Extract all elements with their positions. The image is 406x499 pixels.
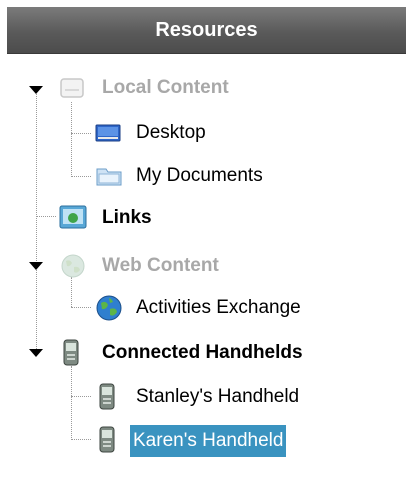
tree-item-label: Links — [102, 207, 152, 228]
tree-item-desktop[interactable]: Desktop — [95, 117, 295, 149]
links-icon — [59, 205, 87, 229]
tree-line-karen — [71, 439, 91, 440]
tree-item-label: My Documents — [136, 165, 263, 186]
collapse-web-content-icon[interactable] — [29, 262, 43, 270]
tree-line-links — [36, 216, 56, 217]
tree-item-label: Web Content — [102, 255, 219, 276]
tree-item-activities-exchange[interactable]: Activities Exchange — [95, 292, 355, 324]
tree-line-desktop — [71, 133, 91, 134]
desktop-icon — [95, 124, 121, 142]
resources-panel: Resources Local Content Desktop My Docum… — [7, 0, 406, 499]
drive-icon — [60, 78, 84, 98]
folder-icon — [96, 168, 122, 186]
tree-item-label: Stanley's Handheld — [136, 386, 300, 407]
tree-item-my-documents[interactable]: My Documents — [95, 160, 325, 192]
tree-item-karens-handheld[interactable]: Karen's Handheld — [95, 424, 355, 457]
tree-line-documents — [71, 176, 91, 177]
tree-item-stanleys-handheld[interactable]: Stanley's Handheld — [95, 381, 355, 413]
handheld-icon — [99, 426, 115, 453]
tree-item-label: Local Content — [102, 77, 229, 98]
tree-item-label: Desktop — [136, 122, 206, 143]
tree-line-local — [71, 102, 72, 177]
tree-item-links[interactable]: Links — [59, 202, 199, 234]
tree-item-local-content[interactable]: Local Content — [59, 72, 299, 104]
tree-line-root — [36, 90, 37, 353]
tree-line-activities — [71, 307, 91, 308]
handheld-icon — [99, 383, 115, 410]
tree-item-label: Connected Handhelds — [102, 342, 303, 363]
globe-icon — [96, 295, 122, 321]
tree-item-label: Activities Exchange — [136, 297, 301, 318]
resources-tree: Local Content Desktop My Documents Links… — [7, 0, 406, 499]
tree-item-connected-handhelds[interactable]: Connected Handhelds — [59, 337, 369, 369]
handheld-icon — [63, 339, 79, 366]
tree-line-handhelds — [71, 366, 72, 440]
collapse-connected-handhelds-icon[interactable] — [29, 349, 43, 357]
tree-item-web-content[interactable]: Web Content — [59, 250, 289, 282]
tree-line-stanley — [71, 396, 91, 397]
collapse-local-content-icon[interactable] — [29, 86, 43, 94]
globe-icon — [61, 254, 85, 278]
tree-item-label: Karen's Handheld — [130, 425, 287, 457]
